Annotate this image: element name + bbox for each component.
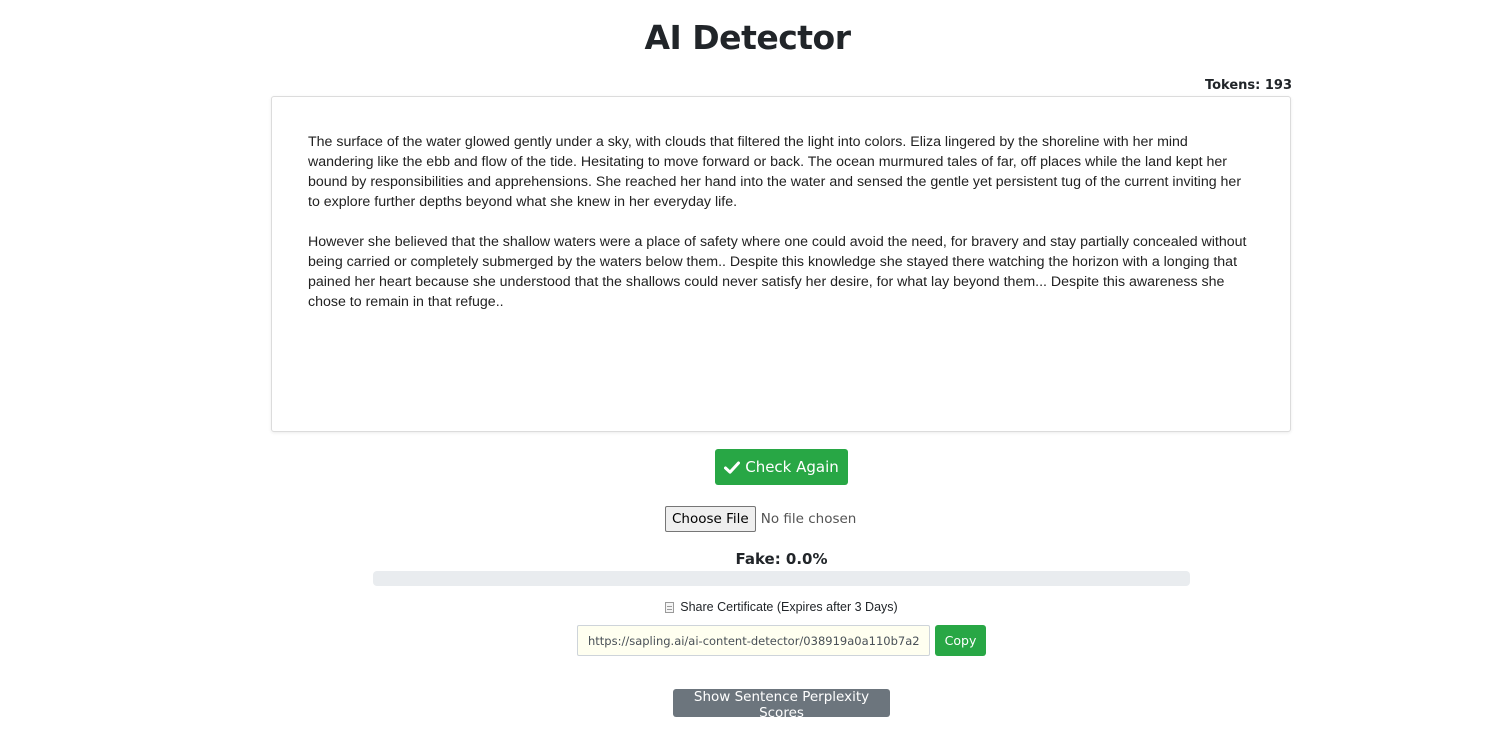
show-perplexity-button[interactable]: Show Sentence Perplexity Scores xyxy=(673,689,890,721)
text-editor[interactable]: The surface of the water glowed gently u… xyxy=(271,96,1291,432)
editor-paragraph: The surface of the water glowed gently u… xyxy=(308,134,1242,210)
fake-score-label: Fake: 0.0% xyxy=(735,550,828,568)
page-title: AI Detector xyxy=(644,18,851,57)
check-again-button[interactable]: Check Again xyxy=(715,449,848,485)
file-status: No file chosen xyxy=(760,511,857,527)
file-upload: Choose File No file chosen xyxy=(665,506,856,532)
editor-paragraph: However she believed that the shallow wa… xyxy=(308,234,1247,310)
share-certificate-row: Share Certificate (Expires after 3 Days) xyxy=(0,600,1495,614)
document-icon xyxy=(665,601,675,613)
fake-score-progress-bar xyxy=(373,571,1190,586)
token-count: Tokens: 193 xyxy=(1204,78,1292,93)
check-again-label: Check Again xyxy=(745,458,839,476)
copy-button[interactable]: Copy xyxy=(935,625,986,656)
share-url-input[interactable] xyxy=(577,625,930,656)
choose-file-button[interactable]: Choose File xyxy=(665,506,756,532)
ai-detector-page: AI Detector Tokens: 193 The surface of t… xyxy=(0,0,1495,741)
share-certificate-label: Share Certificate (Expires after 3 Days) xyxy=(680,600,898,614)
check-icon xyxy=(724,461,741,474)
